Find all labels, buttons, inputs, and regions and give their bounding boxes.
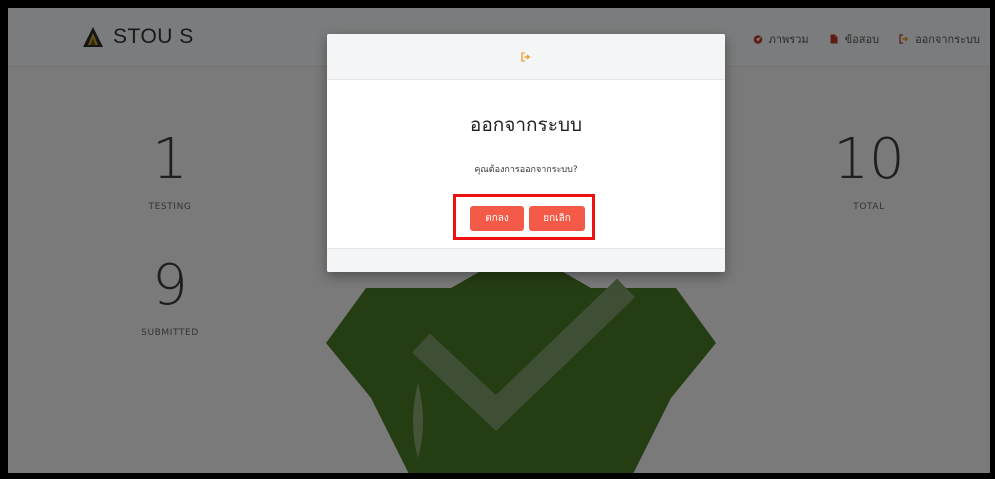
sign-out-icon: [521, 51, 531, 62]
dialog-message: คุณต้องการออกจากระบบ?: [474, 165, 578, 175]
cancel-button[interactable]: ยกเลิก: [529, 206, 585, 231]
confirm-button[interactable]: ตกลง: [470, 206, 524, 231]
dialog-body: ออกจากระบบ คุณต้องการออกจากระบบ? ตกลง ยก…: [327, 80, 725, 250]
highlight-box: ตกลง ยกเลิก: [453, 194, 595, 240]
screenshot-frame: STOU S ภาพรวม ข้อสอบ: [0, 0, 995, 479]
dialog-title: ออกจากระบบ: [469, 114, 583, 136]
logout-dialog: ออกจากระบบ คุณต้องการออกจากระบบ? ตกลง ยก…: [327, 34, 725, 272]
app-viewport: STOU S ภาพรวม ข้อสอบ: [8, 8, 990, 473]
dialog-footer: [327, 248, 725, 272]
dialog-header: [327, 34, 725, 80]
